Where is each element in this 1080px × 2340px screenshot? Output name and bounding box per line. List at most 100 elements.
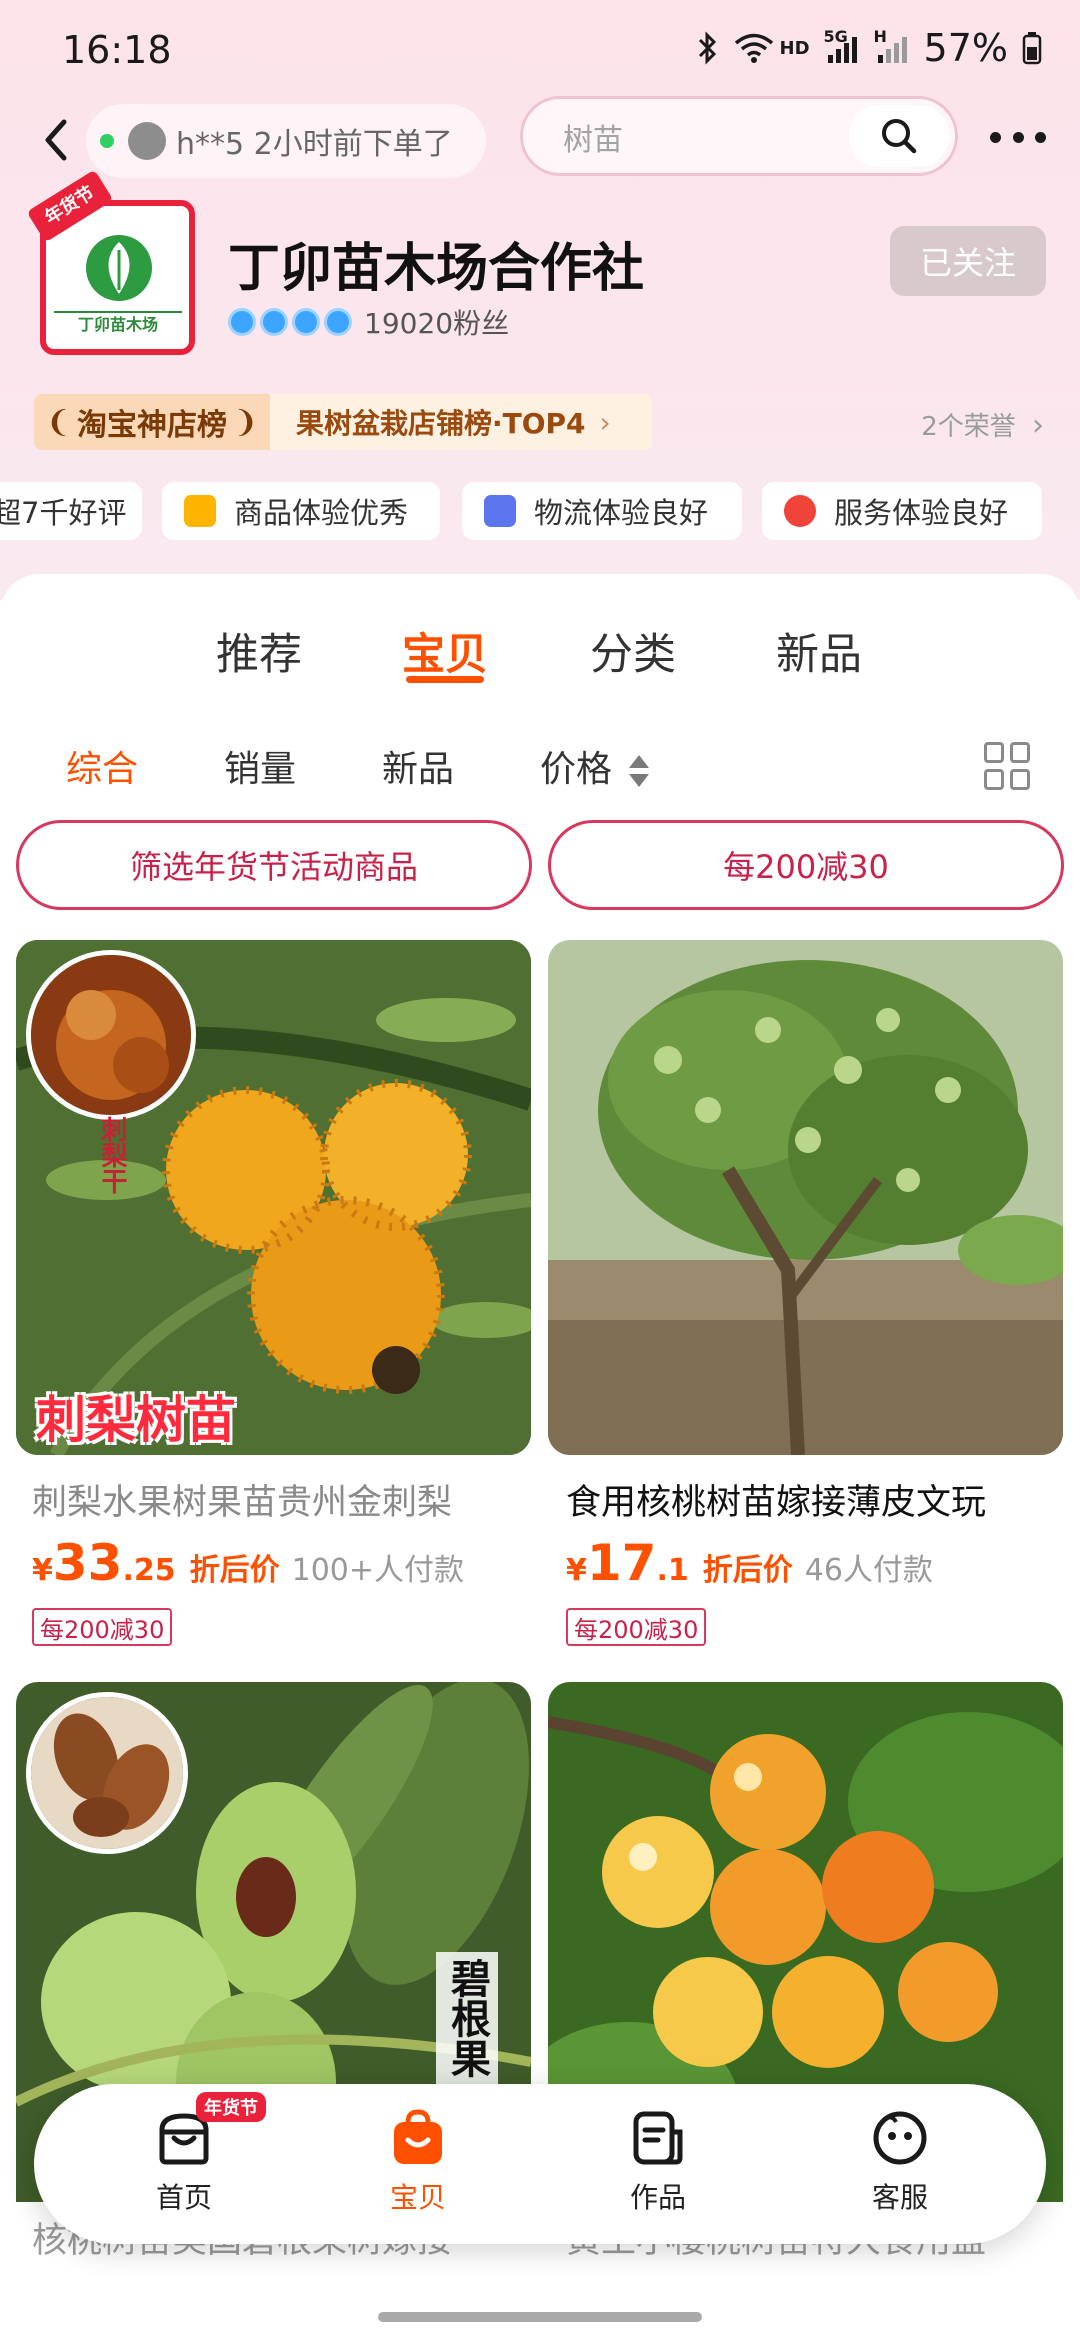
price-integer: 33 bbox=[52, 1534, 123, 1592]
grid-cell-icon bbox=[1010, 742, 1030, 763]
laurel-left-icon: ❨ bbox=[45, 404, 71, 440]
main-tabs: 推荐 宝贝 分类 新品 bbox=[0, 620, 1080, 690]
order-ticker: h**5 2小时前下单了 bbox=[86, 104, 486, 178]
nav-works[interactable]: 作品 bbox=[588, 2106, 728, 2226]
diamond-icon bbox=[228, 308, 256, 336]
grid-cell-icon bbox=[1010, 769, 1030, 790]
product-image-caption: 刺梨树苗 bbox=[36, 1391, 236, 1449]
tab-recommend[interactable]: 推荐 bbox=[216, 620, 302, 682]
product-image-caption: 碧根果 bbox=[436, 1952, 498, 2084]
ticker-text: h**5 2小时前下单了 bbox=[176, 127, 453, 162]
search-icon bbox=[882, 119, 917, 154]
nav-bar: h**5 2小时前下单了 树苗 bbox=[0, 96, 1080, 184]
grid-cell-icon bbox=[984, 769, 1004, 790]
chip-label: 物流体验良好 bbox=[534, 496, 709, 530]
chip-label: 服务体验良好 bbox=[834, 496, 1009, 530]
product-title[interactable]: 食用核桃树苗嫁接薄皮文玩 bbox=[566, 1474, 1080, 1525]
tab-new[interactable]: 新品 bbox=[776, 620, 862, 682]
product-image[interactable] bbox=[548, 940, 1063, 1455]
nav-label: 首页 bbox=[155, 2181, 212, 2214]
tab-products[interactable]: 宝贝 bbox=[402, 620, 488, 682]
price-label: 折后价 bbox=[702, 1553, 793, 1588]
battery-percent: 57% bbox=[923, 26, 1008, 70]
home-indicator[interactable] bbox=[378, 2312, 702, 2322]
honor-row[interactable]: ❨ 淘宝神店榜 ❩ 果树盆栽店铺榜·TOP4 › 2个荣誉 › bbox=[0, 394, 1080, 450]
store-icon: 年货节 bbox=[152, 2092, 266, 2170]
laurel-right-icon: ❩ bbox=[233, 404, 259, 440]
honor-count-label: 2个荣誉 bbox=[921, 412, 1016, 442]
honor-left-label: 淘宝神店榜 bbox=[77, 408, 227, 443]
signal-h-icon: H bbox=[874, 27, 910, 65]
honor-right-label: 果树盆栽店铺榜·TOP4 bbox=[296, 407, 586, 440]
bag-icon bbox=[184, 495, 216, 527]
nav-products[interactable]: 宝贝 bbox=[348, 2106, 488, 2226]
wifi-icon bbox=[734, 32, 774, 64]
leaf-logo-icon bbox=[86, 235, 152, 301]
fans-count: 19020粉丝 bbox=[364, 307, 510, 340]
walnut-tree-photo bbox=[548, 940, 1063, 1455]
metric-chip-logistics[interactable]: 物流体验良好 bbox=[462, 482, 742, 540]
signal-h-label: H bbox=[873, 27, 887, 46]
signal-5g-label: 5G bbox=[823, 27, 848, 46]
sold-count: 100+人付款 bbox=[291, 1553, 465, 1588]
product-price-row: ¥ 17 .1 折后价 46人付款 bbox=[566, 1534, 933, 1592]
sort-sales[interactable]: 销量 bbox=[224, 740, 296, 792]
price-decimal: .1 bbox=[656, 1553, 689, 1588]
more-options-button[interactable] bbox=[990, 122, 1046, 152]
promo-tag: 每200减30 bbox=[566, 1608, 707, 1646]
product-image[interactable]: 刺梨干 刺梨树苗 bbox=[16, 940, 531, 1455]
service-icon bbox=[784, 495, 816, 527]
works-icon bbox=[626, 2106, 690, 2170]
grid-cell-icon bbox=[984, 742, 1004, 763]
sort-arrows-icon bbox=[629, 755, 650, 787]
nav-home[interactable]: 年货节 首页 bbox=[114, 2092, 266, 2226]
nav-customer-service[interactable]: 客服 bbox=[830, 2106, 970, 2226]
nav-label: 客服 bbox=[871, 2181, 928, 2214]
grid-view-toggle[interactable] bbox=[984, 742, 1030, 790]
more-dot-icon bbox=[990, 131, 1001, 143]
diamond-icon bbox=[260, 308, 288, 336]
sort-price-label: 价格 bbox=[540, 749, 613, 790]
live-dot-icon bbox=[100, 134, 114, 148]
status-time: 16:18 bbox=[62, 28, 172, 72]
price-integer: 17 bbox=[586, 1534, 657, 1592]
search-placeholder: 树苗 bbox=[563, 123, 623, 158]
discount-filter-button[interactable]: 每200减30 bbox=[548, 820, 1064, 910]
follow-button[interactable]: 已关注 bbox=[890, 226, 1046, 296]
active-tab-indicator bbox=[406, 676, 484, 683]
signal-5g-icon: 5G bbox=[824, 27, 860, 65]
diamond-icon bbox=[292, 308, 320, 336]
price-label: 折后价 bbox=[189, 1553, 280, 1588]
price-decimal: .25 bbox=[122, 1553, 176, 1588]
shop-ranking-badge: ❨ 淘宝神店榜 ❩ bbox=[34, 394, 270, 450]
shop-stats: 19020粉丝 bbox=[228, 302, 509, 342]
metric-chip-service[interactable]: 服务体验良好 bbox=[762, 482, 1042, 540]
chip-label: 商品体验优秀 bbox=[234, 496, 409, 530]
festival-filter-button[interactable]: 筛选年货节活动商品 bbox=[16, 820, 532, 910]
nav-label: 宝贝 bbox=[389, 2181, 446, 2214]
chevron-right-icon: › bbox=[599, 405, 611, 439]
pecan-badge-image bbox=[26, 1692, 188, 1854]
tab-categories[interactable]: 分类 bbox=[590, 620, 676, 682]
metric-chip-reviews[interactable]: 超7千好评 bbox=[0, 482, 142, 540]
battery-icon bbox=[1022, 31, 1042, 65]
bluetooth-icon bbox=[696, 30, 720, 66]
sort-price[interactable]: 价格 bbox=[540, 740, 651, 792]
more-dot-icon bbox=[1012, 131, 1024, 143]
promo-tag: 每200减30 bbox=[32, 1608, 173, 1646]
more-dot-icon bbox=[1035, 131, 1046, 143]
search-input[interactable]: 树苗 bbox=[520, 96, 958, 176]
shop-metrics-row: 超7千好评 商品体验优秀 物流体验良好 服务体验良好 bbox=[0, 482, 1080, 540]
bottom-navigation: 年货节 首页 宝贝 作品 客服 bbox=[34, 2084, 1046, 2244]
sort-comprehensive[interactable]: 综合 bbox=[66, 740, 138, 792]
chevron-right-icon: › bbox=[1032, 408, 1044, 443]
shop-name[interactable]: 丁卯苗木场合作社 bbox=[228, 226, 644, 301]
metric-chip-product[interactable]: 商品体验优秀 bbox=[162, 482, 440, 540]
shop-header: 丁卯苗木场 丁卯苗木场合作社 19020粉丝 已关注 bbox=[0, 190, 1080, 360]
product-title[interactable]: 刺梨水果树果苗贵州金刺梨 bbox=[32, 1474, 562, 1525]
honor-count-link[interactable]: 2个荣誉 › bbox=[921, 406, 1044, 443]
badge-caption: 刺梨干 bbox=[97, 1116, 127, 1194]
back-button[interactable] bbox=[36, 112, 76, 168]
sort-new[interactable]: 新品 bbox=[382, 740, 454, 792]
search-button[interactable] bbox=[849, 105, 949, 167]
